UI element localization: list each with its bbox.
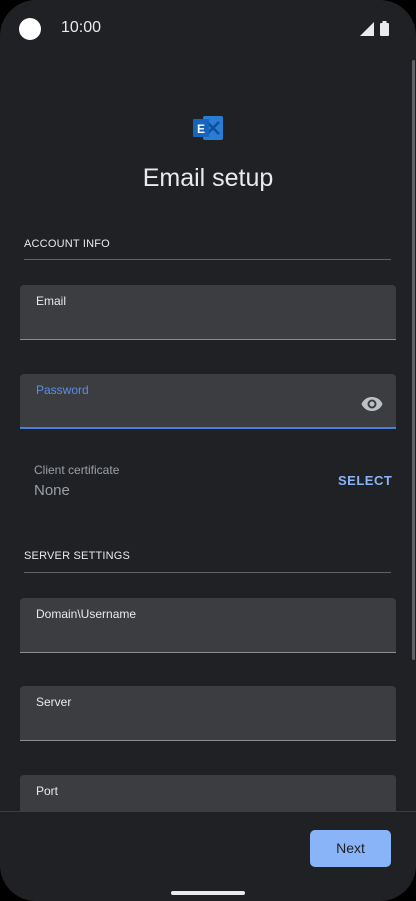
svg-text:E: E	[197, 122, 205, 136]
server-settings-divider	[24, 572, 391, 573]
server-settings-heading: SERVER SETTINGS	[24, 550, 131, 562]
exchange-logo-icon: E	[193, 116, 223, 140]
domain-username-label: Domain\Username	[36, 607, 137, 621]
select-certificate-button[interactable]: SELECT	[338, 473, 392, 488]
client-certificate-label: Client certificate	[34, 463, 120, 477]
camera-cutout	[19, 18, 41, 40]
status-bar: 10:00	[0, 0, 416, 58]
port-field-label: Port	[36, 784, 59, 798]
scrollbar[interactable]	[412, 60, 415, 660]
next-button[interactable]: Next	[310, 830, 391, 867]
signal-icon	[360, 22, 374, 36]
domain-username-field[interactable]: Domain\Username	[20, 598, 396, 653]
bottom-action-bar: Next	[0, 811, 416, 901]
page-title: Email setup	[142, 164, 274, 192]
client-certificate-value: None	[34, 482, 70, 499]
server-field-label: Server	[36, 695, 72, 709]
account-info-divider	[24, 259, 391, 260]
account-info-heading: ACCOUNT INFO	[24, 238, 110, 250]
password-field[interactable]: Password	[20, 374, 396, 429]
battery-icon	[380, 21, 389, 36]
home-gesture-bar[interactable]	[171, 891, 245, 895]
show-password-icon[interactable]	[360, 392, 384, 416]
email-field[interactable]: Email	[20, 285, 396, 340]
password-field-label: Password	[36, 383, 89, 397]
server-field[interactable]: Server	[20, 686, 396, 741]
phone-screen: 10:00 E Email setup ACCOUNT INFO Email P…	[0, 0, 416, 901]
email-field-label: Email	[36, 294, 67, 308]
status-time: 10:00	[61, 19, 102, 36]
